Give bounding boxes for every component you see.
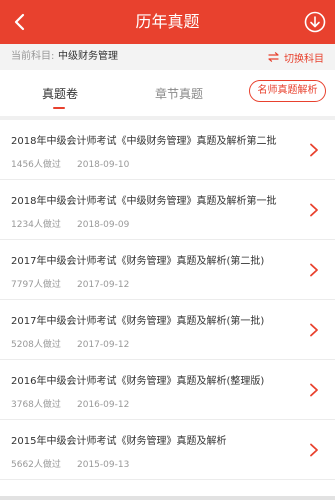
chevron-right-icon: [310, 263, 318, 277]
active-tab-indicator: [53, 107, 65, 109]
item-title: 2016年中级会计师考试《财务管理》真题及解析(整理版): [11, 376, 265, 387]
item-date: 2018-09-09: [77, 220, 130, 230]
item-count: 7797人做过: [11, 280, 61, 290]
item-meta: 3768人做过 2016-09-12: [11, 397, 129, 410]
item-meta: 1456人做过 2018-09-10: [11, 157, 129, 170]
item-date: 2017-09-12: [77, 280, 130, 290]
page-title: 历年真题: [135, 12, 200, 31]
current-subject-value: 中级财务管理: [58, 51, 118, 62]
expert-analysis-button[interactable]: 名师真题解析: [249, 80, 326, 102]
current-subject-label: 当前科目:: [11, 51, 55, 62]
item-count: 1456人做过: [11, 160, 61, 170]
item-date: 2015-09-13: [77, 460, 130, 470]
title-bar: 历年真题: [0, 0, 335, 44]
list-item[interactable]: 2016年中级会计师考试《财务管理》真题及解析(整理版) 3768人做过 2016…: [0, 360, 335, 420]
swap-arrows-icon: [268, 52, 279, 62]
item-title: 2018年中级会计师考试《中级财务管理》真题及解析第一批: [11, 196, 277, 207]
switch-subject-label: 切换科目: [284, 53, 324, 65]
item-count: 1234人做过: [11, 220, 61, 230]
list-item[interactable]: 2018年中级会计师考试《中级财务管理》真题及解析第二批 1456人做过 2018…: [0, 120, 335, 180]
item-title: 2015年中级会计师考试《财务管理》真题及解析: [11, 436, 227, 447]
item-count: 5662人做过: [11, 460, 61, 470]
download-circle-icon: [304, 11, 326, 33]
item-title: 2017年中级会计师考试《财务管理》真题及解析(第一批): [11, 316, 265, 327]
tab-exam-papers[interactable]: 真题卷: [42, 85, 78, 102]
item-meta: 5208人做过 2017-09-12: [11, 337, 129, 350]
tab-chapter-questions[interactable]: 章节真题: [155, 85, 203, 102]
chevron-right-icon: [310, 323, 318, 337]
item-date: 2017-09-12: [77, 340, 130, 350]
chevron-right-icon: [310, 383, 318, 397]
item-meta: 5662人做过 2015-09-13: [11, 457, 129, 470]
list-item[interactable]: 2018年中级会计师考试《中级财务管理》真题及解析第一批 1234人做过 2018…: [0, 180, 335, 240]
item-date: 2018-09-10: [77, 160, 130, 170]
subject-bar: 当前科目: 中级财务管理 切换科目: [0, 44, 335, 70]
bottom-divider: [0, 496, 335, 500]
tab-bar: 真题卷 章节真题 名师真题解析: [0, 70, 335, 116]
switch-subject-button[interactable]: 切换科目: [268, 44, 324, 70]
list-item[interactable]: 2017年中级会计师考试《财务管理》真题及解析(第一批) 5208人做过 2017…: [0, 300, 335, 360]
chevron-right-icon: [310, 203, 318, 217]
exam-list: 2018年中级会计师考试《中级财务管理》真题及解析第二批 1456人做过 2018…: [0, 120, 335, 480]
item-meta: 7797人做过 2017-09-12: [11, 277, 129, 290]
item-count: 5208人做过: [11, 340, 61, 350]
download-button[interactable]: [303, 10, 327, 34]
chevron-right-icon: [310, 443, 318, 457]
item-meta: 1234人做过 2018-09-09: [11, 217, 129, 230]
item-title: 2017年中级会计师考试《财务管理》真题及解析(第二批): [11, 256, 265, 267]
item-date: 2016-09-12: [77, 400, 130, 410]
item-title: 2018年中级会计师考试《中级财务管理》真题及解析第二批: [11, 136, 277, 147]
item-count: 3768人做过: [11, 400, 61, 410]
list-item[interactable]: 2015年中级会计师考试《财务管理》真题及解析 5662人做过 2015-09-1…: [0, 420, 335, 480]
chevron-right-icon: [310, 143, 318, 157]
list-item[interactable]: 2017年中级会计师考试《财务管理》真题及解析(第二批) 7797人做过 2017…: [0, 240, 335, 300]
